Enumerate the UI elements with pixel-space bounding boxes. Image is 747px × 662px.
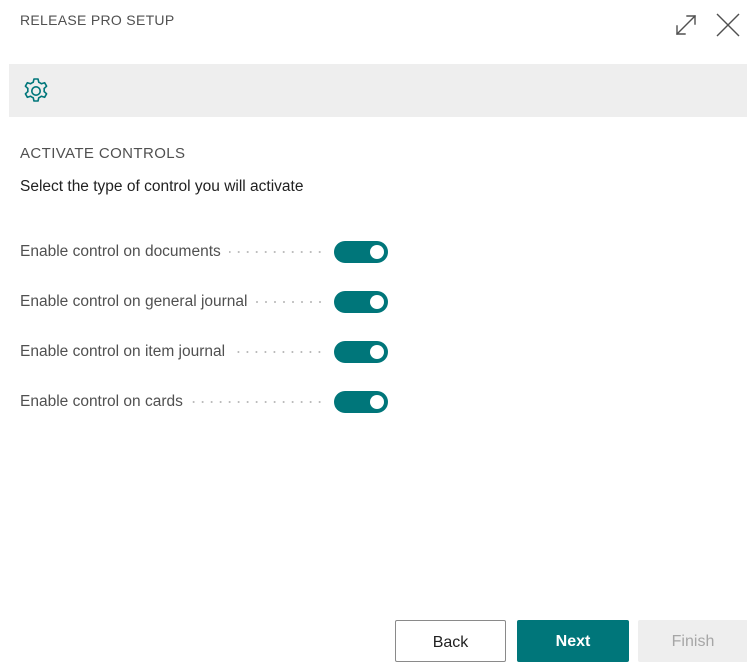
toggle-cards[interactable] <box>334 391 388 413</box>
section-instructions: Select the type of control you will acti… <box>20 178 304 195</box>
field-label: Enable control on general journal <box>20 293 248 310</box>
expand-icon <box>676 15 696 35</box>
toggle-general-journal[interactable] <box>334 291 388 313</box>
field-label: Enable control on documents <box>20 243 221 260</box>
toggle-documents[interactable] <box>334 241 388 263</box>
field-item-journal: Enable control on item journal <box>20 327 400 377</box>
field-cards: Enable control on cards <box>20 377 400 427</box>
dialog-title: RELEASE PRO SETUP <box>20 12 175 28</box>
field-label: Enable control on item journal <box>20 343 226 360</box>
toggle-item-journal[interactable] <box>334 341 388 363</box>
toggle-knob <box>370 395 384 409</box>
toggle-knob <box>370 295 384 309</box>
dialog-footer: Back Next Finish <box>0 620 747 662</box>
leader-dots <box>233 351 324 353</box>
field-documents: Enable control on documents <box>20 227 400 277</box>
close-icon <box>716 13 740 37</box>
gear-icon <box>24 78 48 102</box>
leader-dots <box>190 401 324 403</box>
setup-dialog: RELEASE PRO SETUP ACTIVATE CONTROLS Sele… <box>0 0 747 662</box>
section-title: ACTIVATE CONTROLS <box>20 145 186 162</box>
field-label: Enable control on cards <box>20 393 183 410</box>
field-general-journal: Enable control on general journal <box>20 277 400 327</box>
action-bar <box>9 64 747 117</box>
expand-button[interactable] <box>669 8 703 42</box>
controls-fieldset: Enable control on documents Enable contr… <box>20 227 400 427</box>
header-actions <box>669 8 747 42</box>
leader-dots <box>228 251 324 253</box>
toggle-knob <box>370 345 384 359</box>
toggle-knob <box>370 245 384 259</box>
settings-button[interactable] <box>21 76 51 106</box>
close-button[interactable] <box>711 8 745 42</box>
leader-dots <box>255 301 324 303</box>
